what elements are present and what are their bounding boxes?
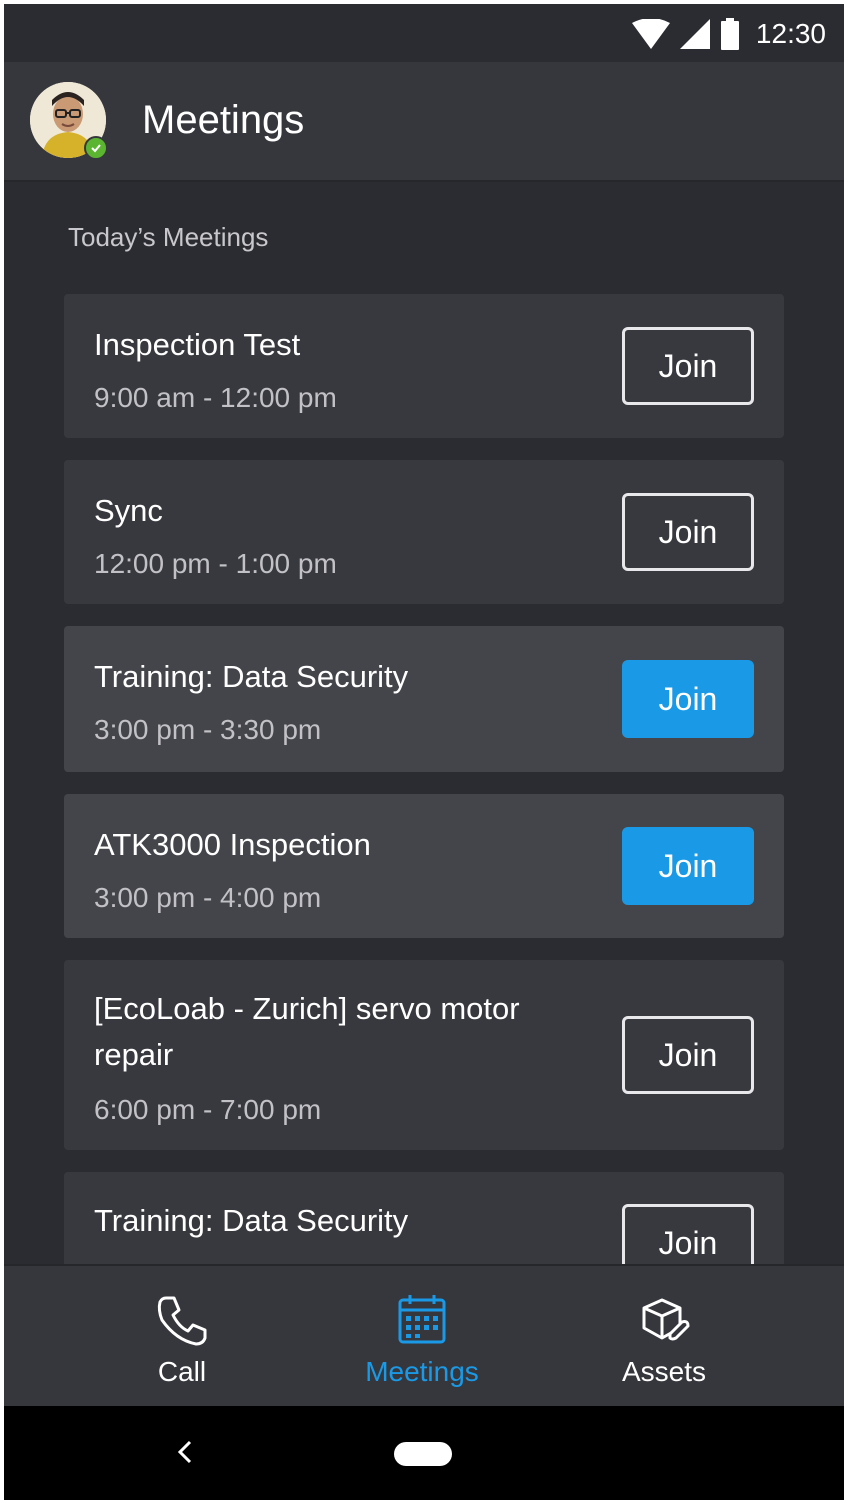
nav-item-meetings[interactable]: Meetings bbox=[322, 1290, 522, 1388]
section-title-todays-meetings: Today’s Meetings bbox=[68, 222, 269, 252]
meeting-title: Sync bbox=[94, 493, 163, 528]
meeting-title: ATK3000 Inspection bbox=[94, 827, 371, 862]
home-button[interactable] bbox=[394, 1442, 452, 1466]
meeting-title: [EcoLoab - Zurich] servo motor repair bbox=[94, 991, 520, 1072]
nav-item-assets[interactable]: Assets bbox=[564, 1290, 764, 1388]
meeting-card: Inspection Test 9:00 am - 12:00 pm Join bbox=[64, 294, 784, 438]
join-button[interactable]: Join bbox=[622, 1016, 754, 1094]
meeting-time: 6:00 pm - 7:00 pm bbox=[94, 1094, 322, 1125]
meeting-title: Inspection Test bbox=[94, 327, 301, 362]
status-time: 12:30 bbox=[755, 18, 826, 49]
calendar-icon bbox=[398, 1295, 446, 1344]
meeting-time: 3:00 pm - 3:30 pm bbox=[94, 714, 322, 745]
meeting-time: 9:00 am - 12:00 pm bbox=[94, 382, 337, 413]
meeting-time: 3:00 pm - 4:00 pm bbox=[94, 882, 322, 913]
nav-label-meetings: Meetings bbox=[365, 1356, 479, 1387]
join-button[interactable]: Join bbox=[622, 327, 754, 405]
phone-icon bbox=[157, 1296, 207, 1346]
page-title: Meetings bbox=[142, 98, 305, 142]
join-button[interactable]: Join bbox=[622, 660, 754, 738]
meeting-title: Training: Data Security bbox=[94, 1203, 409, 1238]
meeting-card: Training: Data Security 3:00 pm - 3:30 p… bbox=[64, 626, 784, 772]
join-button[interactable]: Join bbox=[622, 493, 754, 571]
app-header: Meetings bbox=[4, 62, 844, 182]
presence-available-icon bbox=[84, 136, 108, 160]
meeting-card: Sync 12:00 pm - 1:00 pm Join bbox=[64, 460, 784, 604]
status-bar: 12:30 bbox=[4, 4, 844, 62]
meeting-card: ATK3000 Inspection 3:00 pm - 4:00 pm Joi… bbox=[64, 794, 784, 938]
wifi-icon bbox=[631, 19, 670, 49]
nav-label-call: Call bbox=[157, 1356, 207, 1387]
bottom-navigation: Call Meetings Assets bbox=[4, 1264, 844, 1408]
meeting-title: Training: Data Security bbox=[94, 659, 409, 694]
status-icons: 12:30 bbox=[631, 14, 826, 54]
meeting-card: [EcoLoab - Zurich] servo motor repair 6:… bbox=[64, 960, 784, 1150]
nav-label-assets: Assets bbox=[621, 1356, 707, 1387]
phone-screen: 12:30 Meetings Today’s Meetings Inspecti… bbox=[4, 4, 844, 1500]
nav-item-call[interactable]: Call bbox=[82, 1290, 282, 1388]
battery-icon bbox=[720, 18, 739, 50]
cellular-signal-icon bbox=[679, 19, 710, 49]
back-icon[interactable] bbox=[168, 1434, 204, 1470]
join-button[interactable]: Join bbox=[622, 827, 754, 905]
meeting-time: 12:00 pm - 1:00 pm bbox=[94, 548, 337, 579]
assets-icon bbox=[642, 1298, 690, 1341]
system-navigation-bar bbox=[4, 1406, 844, 1500]
